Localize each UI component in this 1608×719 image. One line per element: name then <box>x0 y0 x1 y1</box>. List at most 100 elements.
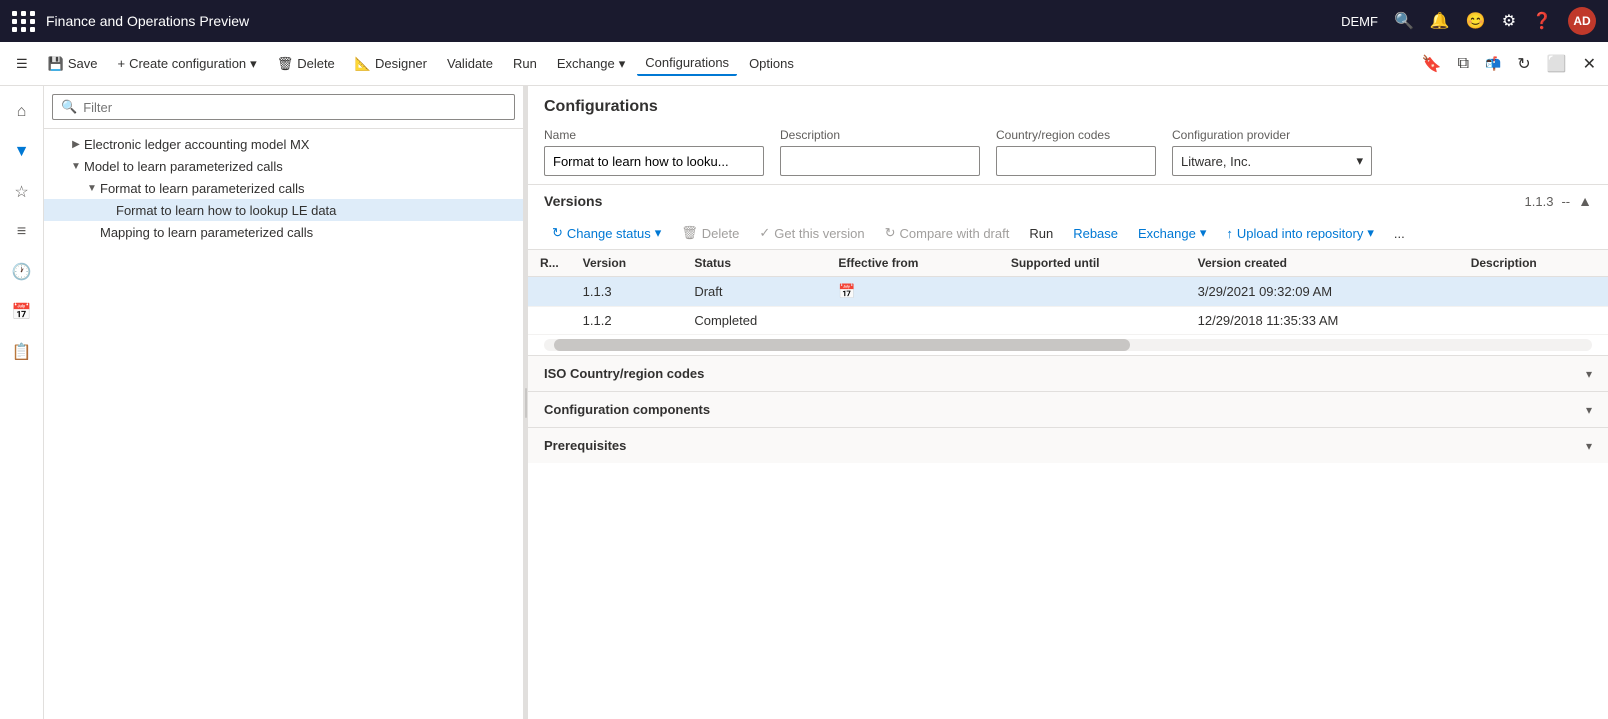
designer-button[interactable]: 📐 Designer <box>347 52 435 76</box>
nav-star-icon[interactable]: ☆ <box>4 174 40 210</box>
dropdown-chevron-icon: ▾ <box>250 56 257 72</box>
refresh-icon[interactable]: ↻ <box>1513 50 1534 78</box>
form-row: Name Description Country/region codes Co… <box>544 128 1592 176</box>
version-number: 1.1.3 <box>1525 194 1554 209</box>
help-icon[interactable]: ❓ <box>1532 11 1552 31</box>
horizontal-scrollbar[interactable] <box>544 339 1592 351</box>
tree-toggle-empty <box>100 202 116 218</box>
country-input[interactable] <box>996 146 1156 176</box>
table-row[interactable]: 1.1.2 Completed 12/29/2018 11:35:33 AM <box>528 307 1608 335</box>
designer-icon: 📐 <box>355 56 371 72</box>
iso-chevron-icon: ▾ <box>1586 367 1592 381</box>
version-sep: -- <box>1561 194 1570 209</box>
cell-effective-from-1: 📅 <box>826 277 998 307</box>
table-row[interactable]: 1.1.3 Draft 📅 3/29/2021 09:32:09 AM <box>528 277 1608 307</box>
face-icon[interactable]: 😊 <box>1466 11 1486 31</box>
prerequisites-title: Prerequisites <box>544 438 626 453</box>
version-run-button[interactable]: Run <box>1021 222 1061 245</box>
env-label: DEMF <box>1341 14 1378 29</box>
hamburger-button[interactable]: ☰ <box>8 52 36 76</box>
calendar-icon[interactable]: 📅 <box>838 283 855 299</box>
prerequisites-collapse-header[interactable]: Prerequisites ▾ <box>528 428 1608 463</box>
close-icon[interactable]: ✕ <box>1579 50 1600 78</box>
version-exchange-button[interactable]: Exchange ▾ <box>1130 221 1214 245</box>
cell-version-1: 1.1.3 <box>571 277 683 307</box>
filter-search-icon: 🔍 <box>61 99 77 115</box>
description-field: Description <box>780 128 980 176</box>
nav-lines-icon[interactable]: ≡ <box>4 214 40 250</box>
components-collapse-header[interactable]: Configuration components ▾ <box>528 392 1608 427</box>
tree-panel: 🔍 ▶ Electronic ledger accounting model M… <box>44 86 524 719</box>
tree-filter-bar: 🔍 <box>44 86 523 129</box>
add-icon: + <box>117 56 125 71</box>
filter-input[interactable] <box>83 100 506 115</box>
user-avatar[interactable]: AD <box>1568 7 1596 35</box>
nav-calendar-icon[interactable]: 📅 <box>4 294 40 330</box>
prerequisites-chevron-icon: ▾ <box>1586 439 1592 453</box>
nav-home-icon[interactable]: ⌂ <box>4 94 40 130</box>
exchange-chevron-icon-2: ▾ <box>1200 225 1207 241</box>
provider-label: Configuration provider <box>1172 128 1372 142</box>
col-supported-until: Supported until <box>999 250 1186 277</box>
components-section: Configuration components ▾ <box>528 391 1608 427</box>
col-effective-from: Effective from <box>826 250 998 277</box>
tree-item-electronic-ledger[interactable]: ▶ Electronic ledger accounting model MX <box>44 133 523 155</box>
tree-toggle-expand[interactable]: ▶ <box>68 136 84 152</box>
waffle-menu[interactable] <box>12 11 36 32</box>
content-title: Configurations <box>544 98 1592 116</box>
tree-item-mapping-parameterized[interactable]: Mapping to learn parameterized calls <box>44 221 523 243</box>
more-options-button[interactable]: ... <box>1386 222 1413 245</box>
validate-button[interactable]: Validate <box>439 52 501 75</box>
versions-collapse-icon[interactable]: ▲ <box>1578 193 1592 209</box>
scrollbar-thumb <box>554 339 1130 351</box>
tree-item-model-parameterized[interactable]: ▼ Model to learn parameterized calls <box>44 155 523 177</box>
configurations-button[interactable]: Configurations <box>637 51 737 76</box>
cell-effective-from-2 <box>826 307 998 335</box>
tree-toggle-collapse[interactable]: ▼ <box>68 158 84 174</box>
components-chevron-icon: ▾ <box>1586 403 1592 417</box>
split-view-icon[interactable]: ⧉ <box>1454 51 1473 77</box>
create-config-button[interactable]: + Create configuration ▾ <box>109 52 264 76</box>
cell-supported-until-2 <box>999 307 1186 335</box>
tree-item-format-parameterized[interactable]: ▼ Format to learn parameterized calls <box>44 177 523 199</box>
bell-icon[interactable]: 🔔 <box>1430 11 1450 31</box>
restore-icon[interactable]: ⬜ <box>1543 50 1571 78</box>
upload-repo-button[interactable]: ↑ Upload into repository ▾ <box>1218 221 1382 245</box>
iso-collapse-header[interactable]: ISO Country/region codes ▾ <box>528 356 1608 391</box>
cell-r-2 <box>528 307 571 335</box>
run-button[interactable]: Run <box>505 52 545 75</box>
nav-clock-icon[interactable]: 🕐 <box>4 254 40 290</box>
cell-status-1: Draft <box>682 277 826 307</box>
get-this-version-button[interactable]: ✓ Get this version <box>751 221 872 245</box>
name-input[interactable] <box>544 146 764 176</box>
cell-r-1 <box>528 277 571 307</box>
tree-toggle-collapse-2[interactable]: ▼ <box>84 180 100 196</box>
rebase-button[interactable]: Rebase <box>1065 222 1126 245</box>
country-label: Country/region codes <box>996 128 1156 142</box>
options-button[interactable]: Options <box>741 52 802 75</box>
nav-filter-icon[interactable]: ▼ <box>4 134 40 170</box>
left-nav-icons: ⌂ ▼ ☆ ≡ 🕐 📅 📋 <box>0 86 44 719</box>
description-input[interactable] <box>780 146 980 176</box>
search-icon[interactable]: 🔍 <box>1394 11 1414 31</box>
version-toolbar: ↻ Change status ▾ 🗑 Delete ✓ Get this ve… <box>528 217 1608 250</box>
app-title: Finance and Operations Preview <box>46 13 249 29</box>
version-delete-button[interactable]: 🗑 Delete <box>673 221 747 245</box>
save-button[interactable]: 💾 Save <box>40 52 106 76</box>
tree-item-format-lookup[interactable]: Format to learn how to lookup LE data <box>44 199 523 221</box>
settings-icon[interactable]: ⚙ <box>1502 11 1516 31</box>
nav-list-icon[interactable]: 📋 <box>4 334 40 370</box>
name-field: Name <box>544 128 764 176</box>
get-version-icon: ✓ <box>759 225 770 241</box>
change-status-button[interactable]: ↻ Change status ▾ <box>544 221 669 245</box>
exchange-button[interactable]: Exchange ▾ <box>549 52 633 76</box>
delete-button[interactable]: 🗑 Delete <box>269 52 343 76</box>
bookmark-icon[interactable]: 🔖 <box>1418 50 1446 78</box>
tree-content: ▶ Electronic ledger accounting model MX … <box>44 129 523 719</box>
compare-with-draft-button[interactable]: ↻ Compare with draft <box>877 221 1018 245</box>
exchange-chevron-icon: ▾ <box>619 56 626 72</box>
provider-select[interactable]: Litware, Inc. ▾ <box>1172 146 1372 176</box>
hamburger-icon: ☰ <box>16 56 28 72</box>
cell-version-created-1: 3/29/2021 09:32:09 AM <box>1186 277 1459 307</box>
provider-chevron-icon: ▾ <box>1356 153 1363 169</box>
